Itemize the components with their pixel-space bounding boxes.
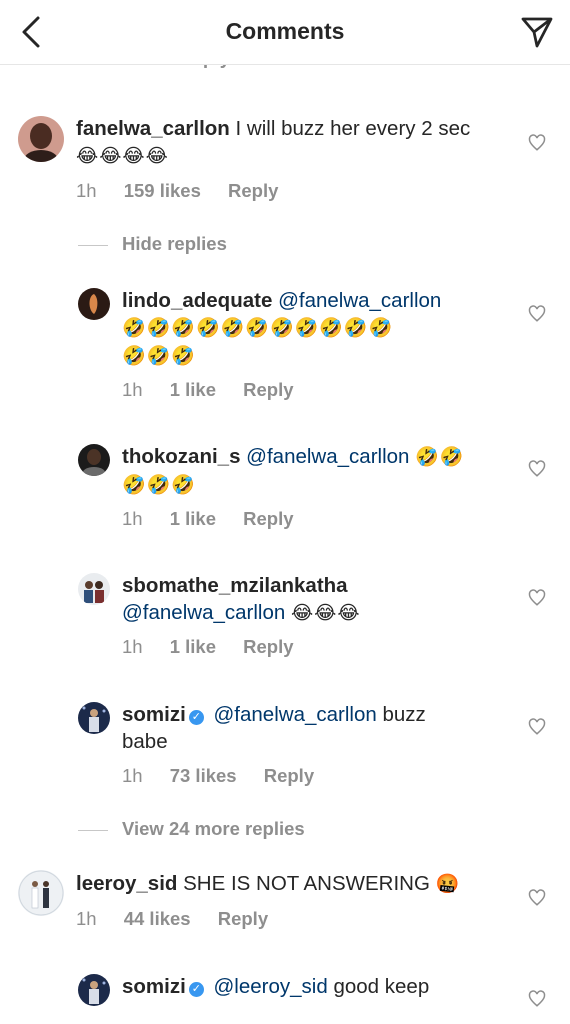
- top-bar: Comments: [0, 0, 570, 65]
- comment-text: thokozani_s @fanelwa_carllon 🤣🤣 🤣🤣🤣: [122, 443, 502, 499]
- comment-body: I will buzz her every 2 sec: [235, 117, 471, 140]
- reply-button[interactable]: Reply: [243, 379, 293, 400]
- reply-item: somizi ✓ @leeroy_sid good keep: [0, 971, 570, 1024]
- username[interactable]: sbomathe_mzilankatha: [122, 574, 348, 597]
- hide-replies-label: Hide replies: [122, 233, 227, 254]
- avatar[interactable]: [78, 974, 110, 1006]
- page-title: Comments: [225, 18, 345, 44]
- mention-link[interactable]: @fanelwa_carllon: [122, 601, 285, 624]
- emoji: 🤣🤣🤣🤣🤣🤣🤣🤣🤣🤣🤣: [122, 318, 394, 339]
- reply-button[interactable]: Reply: [218, 908, 268, 929]
- likes-count[interactable]: 159 likes: [124, 180, 201, 201]
- divider: [78, 829, 108, 831]
- mention-link[interactable]: @fanelwa_carllon: [278, 289, 441, 312]
- comment-meta: 1h 1 like Reply: [122, 636, 316, 658]
- avatar[interactable]: [18, 116, 64, 162]
- reply-button[interactable]: Reply: [243, 636, 293, 657]
- heart-icon[interactable]: [528, 134, 546, 152]
- heart-icon[interactable]: [528, 589, 546, 607]
- reply-button[interactable]: Reply: [243, 508, 293, 529]
- timestamp: 1h: [76, 180, 97, 201]
- likes-count[interactable]: 44 likes: [124, 908, 191, 929]
- emoji: 🤬: [435, 874, 461, 895]
- emoji: 🤣🤣: [415, 447, 465, 468]
- username[interactable]: somizi: [122, 703, 186, 726]
- likes-count[interactable]: 1 like: [170, 636, 216, 657]
- timestamp: 1h: [76, 908, 97, 929]
- likes-count[interactable]: 1 like: [170, 379, 216, 400]
- emoji: 😂😂😂: [290, 603, 361, 624]
- emoji: 😂😂😂😂: [76, 146, 169, 167]
- mention-link[interactable]: @leeroy_sid: [214, 975, 328, 998]
- timestamp: 1h: [122, 765, 143, 786]
- view-more-replies-label: View 24 more replies: [122, 818, 305, 839]
- username[interactable]: fanelwa_carllon: [76, 117, 230, 140]
- username[interactable]: leeroy_sid: [76, 872, 177, 895]
- verified-badge-icon: ✓: [188, 982, 204, 997]
- comment-text: sbomathe_mzilankatha @fanelwa_carllon 😂😂…: [122, 572, 502, 627]
- divider: [78, 244, 108, 246]
- avatar[interactable]: [78, 288, 110, 320]
- avatar[interactable]: [78, 702, 110, 734]
- paper-plane-icon[interactable]: [520, 15, 554, 49]
- reply-button[interactable]: Reply: [228, 180, 278, 201]
- username[interactable]: lindo_adequate: [122, 289, 272, 312]
- heart-icon[interactable]: [528, 990, 546, 1008]
- comment-text: somizi ✓ @leeroy_sid good keep: [122, 973, 502, 1000]
- comment-body: buzz: [382, 703, 426, 726]
- emoji: 🤣🤣🤣: [122, 346, 196, 367]
- hide-replies-button[interactable]: Hide replies: [78, 233, 227, 255]
- heart-icon[interactable]: [528, 718, 546, 736]
- emoji: 🤣🤣🤣: [122, 475, 196, 496]
- timestamp: 1h: [122, 636, 143, 657]
- heart-icon[interactable]: [528, 460, 546, 478]
- avatar[interactable]: [78, 573, 110, 605]
- likes-count[interactable]: 73 likes: [170, 765, 237, 786]
- view-more-replies-button[interactable]: View 24 more replies: [78, 818, 305, 840]
- comment-meta: 1h 44 likes Reply: [76, 908, 290, 930]
- username[interactable]: thokozani_s: [122, 445, 240, 468]
- likes-count[interactable]: 1 like: [170, 508, 216, 529]
- username[interactable]: somizi: [122, 975, 186, 998]
- mention-link[interactable]: @fanelwa_carllon: [214, 703, 377, 726]
- comment-text: fanelwa_carllon I will buzz her every 2 …: [76, 115, 496, 170]
- comment-body: good keep: [333, 975, 430, 998]
- comment-body: babe: [122, 730, 168, 753]
- comment-meta: 1h 1 like Reply: [122, 379, 316, 401]
- heart-icon[interactable]: [528, 889, 546, 907]
- mention-link[interactable]: @fanelwa_carllon: [246, 445, 409, 468]
- comment-text: somizi ✓ @fanelwa_carllon buzz babe: [122, 701, 502, 755]
- comment-text: lindo_adequate @fanelwa_carllon 🤣🤣🤣🤣🤣🤣🤣🤣…: [122, 287, 502, 370]
- avatar[interactable]: [78, 444, 110, 476]
- comment-body: SHE IS NOT ANSWERING: [183, 872, 430, 895]
- timestamp: 1h: [122, 508, 143, 529]
- reply-button[interactable]: Reply: [264, 765, 314, 786]
- comment-meta: 1h 1 like Reply: [122, 508, 316, 530]
- comment-text: leeroy_sid SHE IS NOT ANSWERING 🤬: [76, 870, 506, 898]
- avatar[interactable]: [18, 870, 64, 916]
- heart-icon[interactable]: [528, 305, 546, 323]
- comment-meta: 1h 73 likes Reply: [122, 765, 336, 787]
- comment-meta: 1h 159 likes Reply: [76, 180, 300, 202]
- verified-badge-icon: ✓: [188, 710, 204, 725]
- timestamp: 1h: [122, 379, 143, 400]
